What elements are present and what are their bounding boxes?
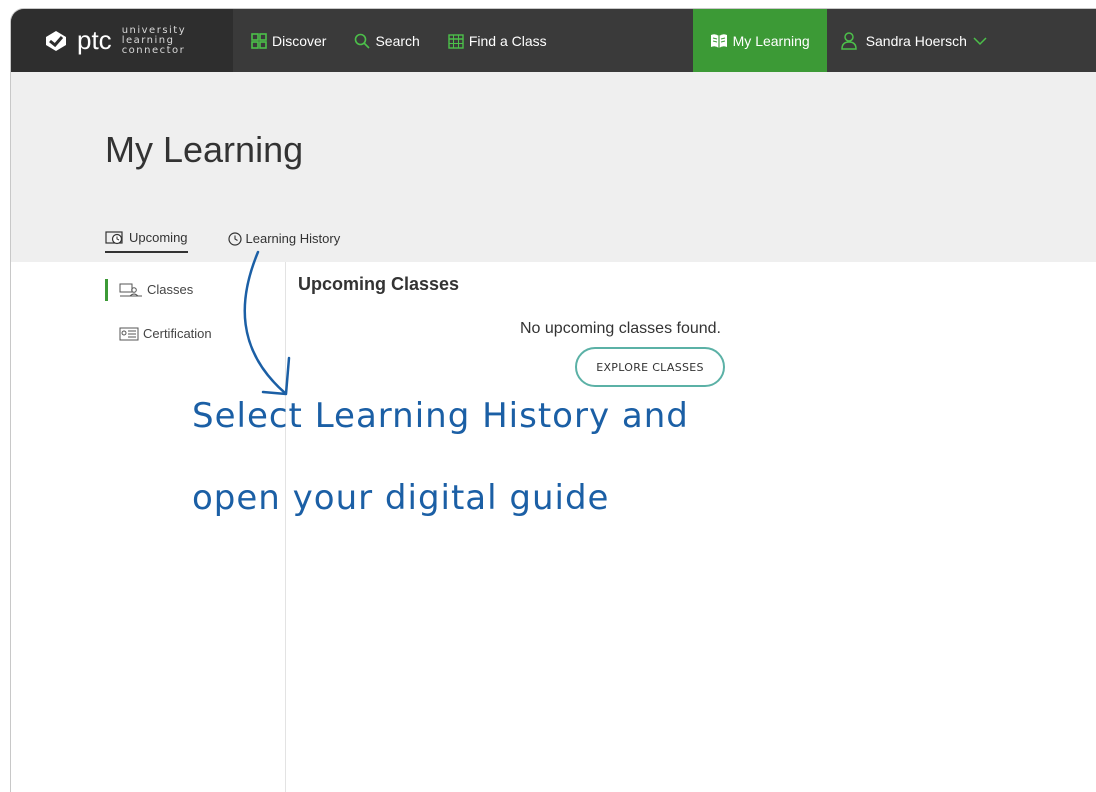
classroom-icon xyxy=(119,283,142,296)
nav-user-name: Sandra Hoersch xyxy=(865,32,967,49)
brand-name: ptc xyxy=(77,25,112,55)
calendar-icon xyxy=(448,33,464,49)
upcoming-icon xyxy=(105,230,123,244)
ptc-logo-icon xyxy=(46,30,66,51)
nav-my-learning-label: My Learning xyxy=(732,32,810,49)
tab-upcoming-label: Upcoming xyxy=(129,230,188,245)
page-title: My Learning xyxy=(105,129,304,170)
section-heading: Upcoming Classes xyxy=(298,274,460,294)
tagline-line-1: university xyxy=(121,24,187,36)
certificate-icon xyxy=(119,327,139,340)
tab-upcoming[interactable]: Upcoming xyxy=(105,230,188,253)
nav-search-label: Search xyxy=(375,32,420,49)
clock-icon xyxy=(227,231,242,246)
explore-classes-button[interactable]: EXPLORE CLASSES xyxy=(575,347,725,387)
tab-learning-history-label: Learning History xyxy=(245,231,341,246)
nav-search[interactable]: Search xyxy=(340,9,433,72)
tagline-line-3: connector xyxy=(121,44,186,56)
sidebar-item-classes[interactable]: Classes xyxy=(119,282,193,297)
book-icon xyxy=(710,33,727,48)
active-indicator xyxy=(105,279,108,301)
user-icon xyxy=(840,31,857,50)
tagline-line-2: learning xyxy=(121,34,175,46)
page-header: My Learning Upcoming Learning History xyxy=(11,72,1096,262)
search-icon xyxy=(355,33,371,49)
nav-user-menu[interactable]: Sandra Hoersch xyxy=(827,9,1006,72)
empty-state-message: No upcoming classes found. xyxy=(520,320,721,337)
grid-icon xyxy=(251,32,267,49)
sidebar-item-certification[interactable]: Certification xyxy=(119,326,212,341)
top-nav: ptc university learning connector Discov… xyxy=(11,9,1096,72)
app-window: ptc university learning connector Discov… xyxy=(10,8,1096,792)
nav-discover[interactable]: Discover xyxy=(233,9,340,72)
sidebar: Classes Certification xyxy=(11,262,286,792)
page-tabs: Upcoming Learning History xyxy=(105,230,380,253)
tab-learning-history[interactable]: Learning History xyxy=(227,230,341,253)
nav-my-learning[interactable]: My Learning xyxy=(692,9,827,72)
nav-find-class[interactable]: Find a Class xyxy=(434,9,561,72)
brand-tagline: university learning connector xyxy=(121,24,187,56)
sidebar-item-classes-label: Classes xyxy=(147,282,194,297)
sidebar-item-certification-label: Certification xyxy=(143,326,212,341)
nav-find-class-label: Find a Class xyxy=(468,32,547,49)
chevron-down-icon xyxy=(973,36,987,45)
nav-discover-label: Discover xyxy=(272,32,327,49)
brand-logo[interactable]: ptc university learning connector xyxy=(11,9,233,72)
